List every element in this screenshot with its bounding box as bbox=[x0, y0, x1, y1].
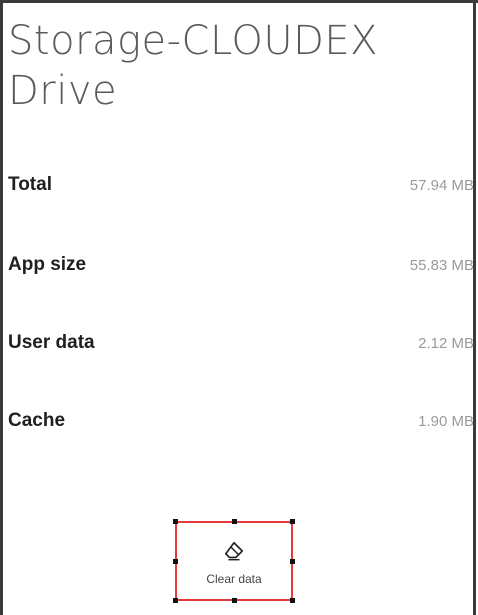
storage-row-total: Total 57.94 MB bbox=[8, 170, 474, 200]
selection-handle bbox=[232, 598, 237, 603]
storage-row-app-size: App size 55.83 MB bbox=[8, 250, 474, 280]
selection-handle bbox=[173, 598, 178, 603]
window-border-top bbox=[0, 0, 478, 3]
storage-row-label: User data bbox=[8, 332, 95, 353]
selection-handle bbox=[232, 519, 237, 524]
storage-row-value: 57.94 MB bbox=[409, 176, 474, 194]
storage-row-label: Total bbox=[8, 174, 52, 195]
selection-handle bbox=[173, 559, 178, 564]
storage-row-label: Cache bbox=[8, 410, 66, 431]
eraser-icon bbox=[224, 541, 244, 561]
storage-row-cache: Cache 1.90 MB bbox=[8, 406, 474, 436]
storage-row-value: 55.83 MB bbox=[409, 256, 474, 274]
selection-handle bbox=[290, 598, 295, 603]
clear-data-button[interactable]: Clear data bbox=[173, 519, 295, 603]
selection-handle bbox=[290, 559, 295, 564]
selection-handle bbox=[173, 519, 178, 524]
storage-row-value: 1.90 MB bbox=[418, 412, 474, 430]
storage-row-label: App size bbox=[8, 254, 87, 275]
storage-row-value: 2.12 MB bbox=[418, 334, 474, 352]
selection-handle bbox=[290, 519, 295, 524]
page-title: Storage-CLOUDEX Drive bbox=[8, 18, 379, 114]
storage-row-user-data: User data 2.12 MB bbox=[8, 328, 474, 358]
window-border-left bbox=[0, 0, 3, 615]
clear-data-label: Clear data bbox=[206, 572, 262, 586]
window-border-right bbox=[473, 0, 476, 615]
